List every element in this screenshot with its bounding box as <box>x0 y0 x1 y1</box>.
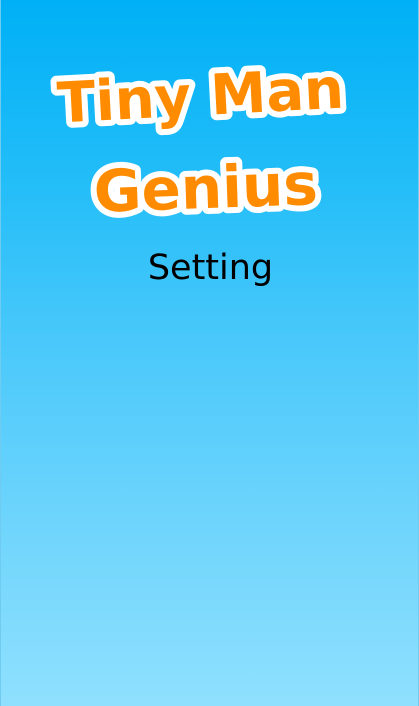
game-title-line1: Tiny Man <box>56 60 346 136</box>
page-title: Setting <box>147 248 274 288</box>
game-title-line2: Genius <box>93 150 319 226</box>
setting-screen: Tiny Man Genius Setting <box>0 0 419 706</box>
game-logo: Tiny Man Genius <box>1 60 418 230</box>
game-logo-graphic: Tiny Man Genius <box>50 60 352 230</box>
